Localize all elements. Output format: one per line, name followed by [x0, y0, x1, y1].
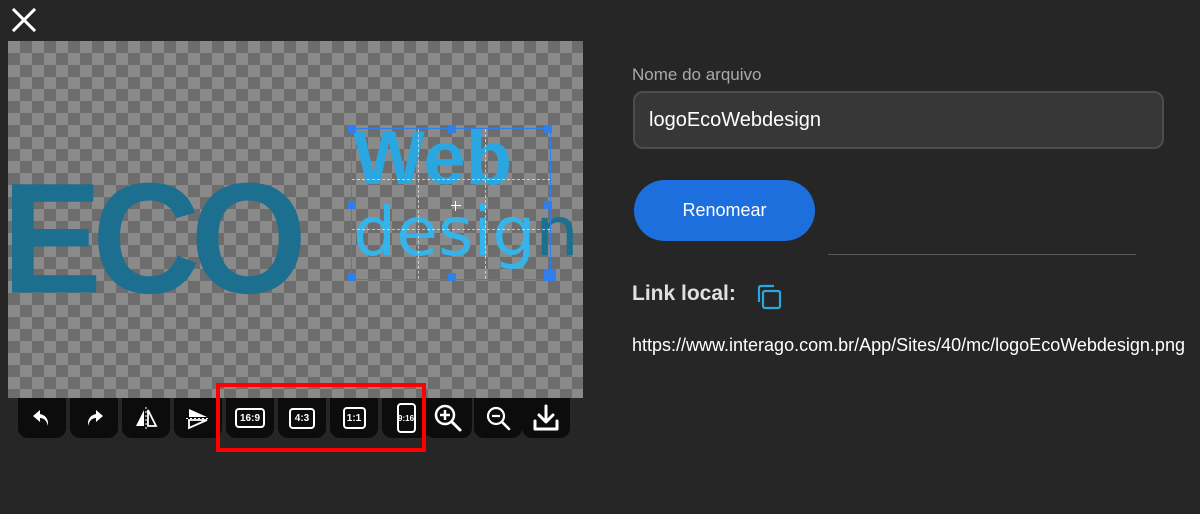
image-canvas[interactable]: ECO Web design — [8, 41, 583, 398]
close-icon[interactable] — [10, 6, 38, 34]
rename-button[interactable]: Renomear — [634, 180, 815, 241]
undo-icon — [33, 410, 49, 426]
undo-button[interactable] — [18, 398, 66, 438]
selection-guide — [352, 229, 550, 230]
resize-handle[interactable] — [448, 125, 456, 133]
zoom-in-button[interactable] — [424, 398, 472, 438]
resize-handle[interactable] — [448, 273, 456, 281]
selection-box[interactable] — [348, 125, 556, 281]
resize-handle[interactable] — [544, 201, 552, 209]
flip-horizontal-icon — [136, 407, 158, 429]
flip-horizontal-button[interactable] — [122, 398, 170, 438]
file-name-input[interactable] — [633, 91, 1164, 149]
zoom-out-icon — [486, 406, 511, 431]
resize-handle[interactable] — [348, 273, 356, 281]
aspect-ratio-highlight — [216, 383, 426, 452]
link-url[interactable]: https://www.interago.com.br/App/Sites/40… — [632, 335, 1187, 356]
resize-handle[interactable] — [348, 201, 356, 209]
selection-guide — [485, 129, 486, 279]
crosshair-icon — [451, 201, 461, 211]
resize-handle-corner[interactable] — [544, 269, 556, 281]
zoom-out-button[interactable] — [474, 398, 522, 438]
flip-vertical-icon — [186, 409, 210, 430]
copy-icon[interactable] — [754, 282, 784, 312]
resize-handle[interactable] — [544, 125, 552, 133]
resize-handle[interactable] — [348, 125, 356, 133]
redo-button[interactable] — [70, 398, 118, 438]
download-icon — [533, 404, 559, 431]
logo-eco-text: ECO — [8, 149, 307, 327]
selection-guide — [352, 179, 550, 180]
divider — [828, 254, 1136, 255]
zoom-in-icon — [434, 404, 462, 432]
link-local-label: Link local: — [632, 282, 736, 305]
file-name-label: Nome do arquivo — [632, 65, 762, 84]
flip-vertical-button[interactable] — [174, 398, 222, 438]
redo-icon — [87, 410, 103, 426]
download-button[interactable] — [522, 398, 570, 438]
selection-guide — [418, 129, 419, 279]
